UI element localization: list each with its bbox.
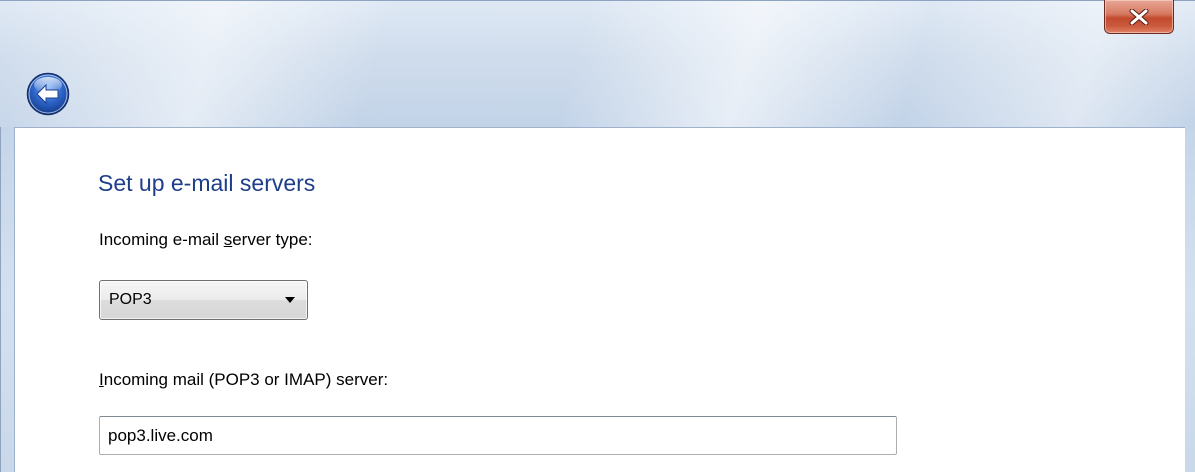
server-type-label-accesskey: s bbox=[223, 230, 233, 249]
incoming-server-label-text: ncoming mail (POP3 or IMAP) server: bbox=[103, 370, 389, 389]
window-title-bar bbox=[0, 0, 1195, 128]
back-button[interactable] bbox=[26, 72, 70, 116]
server-type-label-text: Incoming e-mail bbox=[99, 230, 224, 249]
server-type-dropdown[interactable]: POP3 bbox=[99, 280, 308, 320]
window-frame-right bbox=[1185, 127, 1195, 472]
setup-email-window: Set up e-mail servers Incoming e-mail se… bbox=[0, 0, 1195, 472]
window-frame-left bbox=[0, 127, 14, 472]
server-type-selected-value: POP3 bbox=[109, 291, 152, 308]
close-button[interactable] bbox=[1104, 0, 1174, 34]
page-title: Set up e-mail servers bbox=[98, 170, 316, 196]
server-type-label: Incoming e-mail server type: bbox=[99, 230, 313, 250]
close-x-icon bbox=[1129, 8, 1149, 25]
incoming-server-input[interactable] bbox=[99, 416, 897, 455]
incoming-server-label: Incoming mail (POP3 or IMAP) server: bbox=[99, 370, 388, 390]
server-type-label-text-end: erver type: bbox=[232, 230, 313, 249]
chevron-down-icon bbox=[285, 297, 295, 303]
back-arrow-icon bbox=[26, 72, 70, 116]
